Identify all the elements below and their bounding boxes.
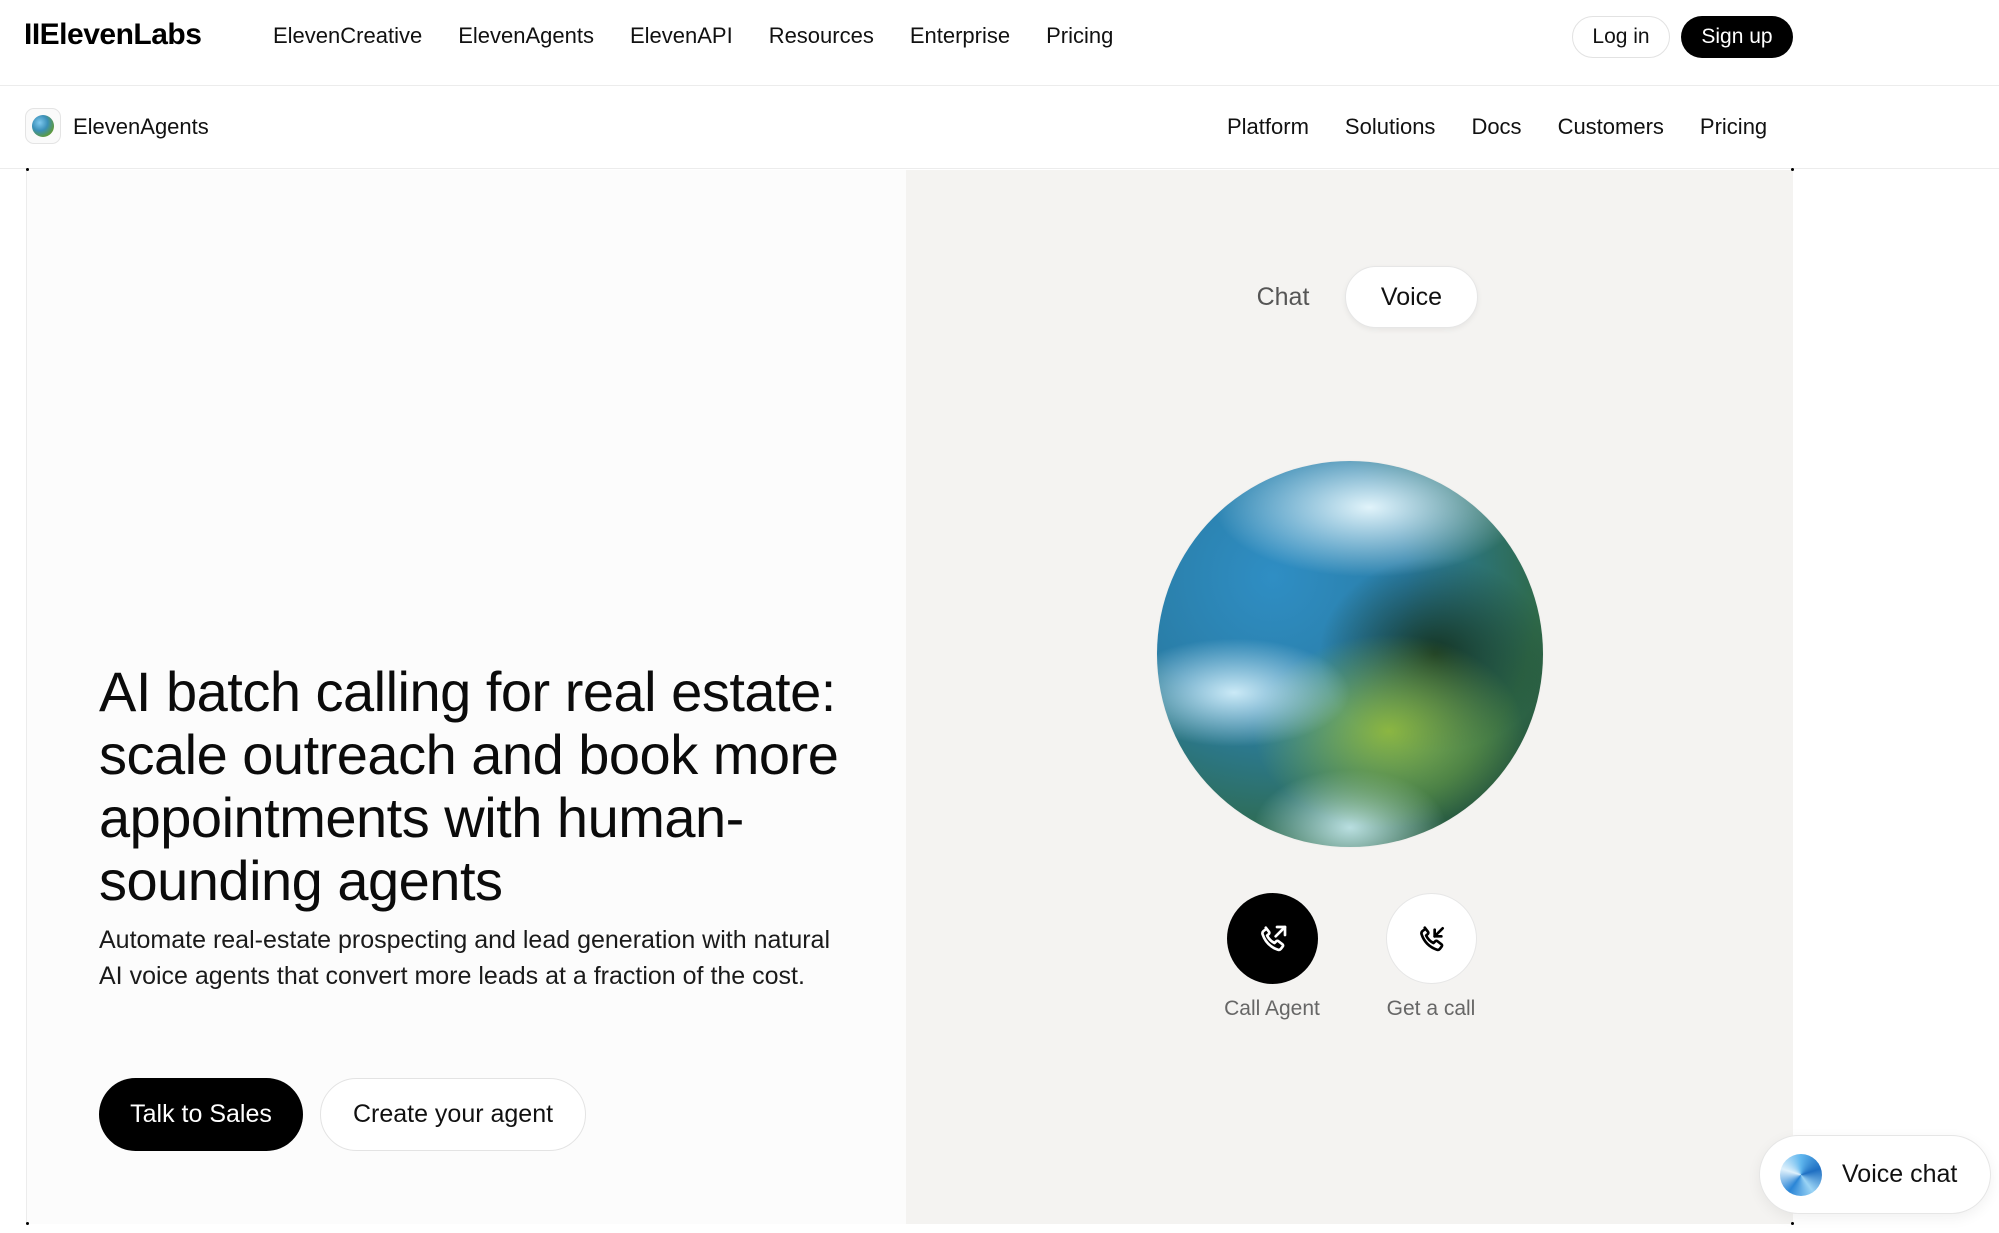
top-nav-links: ElevenCreative ElevenAgents ElevenAPI Re… [273,23,1149,49]
signup-button[interactable]: Sign up [1681,16,1793,58]
call-agent-button[interactable] [1227,893,1318,984]
get-a-call-button[interactable] [1386,893,1477,984]
product-title[interactable]: ElevenAgents [73,114,209,140]
call-agent-label: Call Agent [1224,997,1320,1020]
create-agent-button[interactable]: Create your agent [320,1078,586,1151]
subnav-links: Platform Solutions Docs Customers Pricin… [1227,114,1803,140]
phone-incoming-icon [1419,925,1444,951]
product-subnav: ElevenAgents Platform Solutions Docs Cus… [0,87,1999,169]
subnav-link-customers[interactable]: Customers [1558,114,1664,140]
elevenagents-logo-icon[interactable] [25,108,61,144]
tab-voice[interactable]: Voice [1345,266,1478,328]
nav-link-elevenagents[interactable]: ElevenAgents [458,23,594,49]
subnav-link-solutions[interactable]: Solutions [1345,114,1436,140]
login-button[interactable]: Log in [1572,16,1670,58]
agent-orb-visual [1157,461,1543,847]
subnav-link-pricing[interactable]: Pricing [1700,114,1767,140]
elevenlabs-logo[interactable]: IIElevenLabs [24,18,202,52]
subnav-link-platform[interactable]: Platform [1227,114,1309,140]
hero-description: Automate real-estate prospecting and lea… [99,926,831,990]
corner-marker [1791,1222,1794,1225]
subnav-link-docs[interactable]: Docs [1471,114,1521,140]
nav-link-elevencreative[interactable]: ElevenCreative [273,23,422,49]
nav-link-elevenapi[interactable]: ElevenAPI [630,23,733,49]
nav-link-pricing[interactable]: Pricing [1046,23,1113,49]
nav-link-enterprise[interactable]: Enterprise [910,23,1010,49]
tab-chat[interactable]: Chat [1246,267,1320,327]
phone-outgoing-icon [1260,925,1286,951]
hero-heading: AI batch calling for real estate: scale … [99,660,839,912]
corner-marker [26,1222,29,1225]
voice-orb-icon [1780,1153,1822,1196]
orb-icon [32,115,54,137]
voice-chat-widget[interactable]: Voice chat [1759,1135,1991,1214]
top-navigation: IIElevenLabs ElevenCreative ElevenAgents… [0,0,1999,86]
talk-to-sales-button[interactable]: Talk to Sales [99,1078,303,1151]
corner-marker [26,168,29,171]
get-a-call-label: Get a call [1386,997,1476,1020]
corner-marker [1791,168,1794,171]
voice-chat-label: Voice chat [1842,1160,1958,1188]
nav-link-resources[interactable]: Resources [769,23,874,49]
